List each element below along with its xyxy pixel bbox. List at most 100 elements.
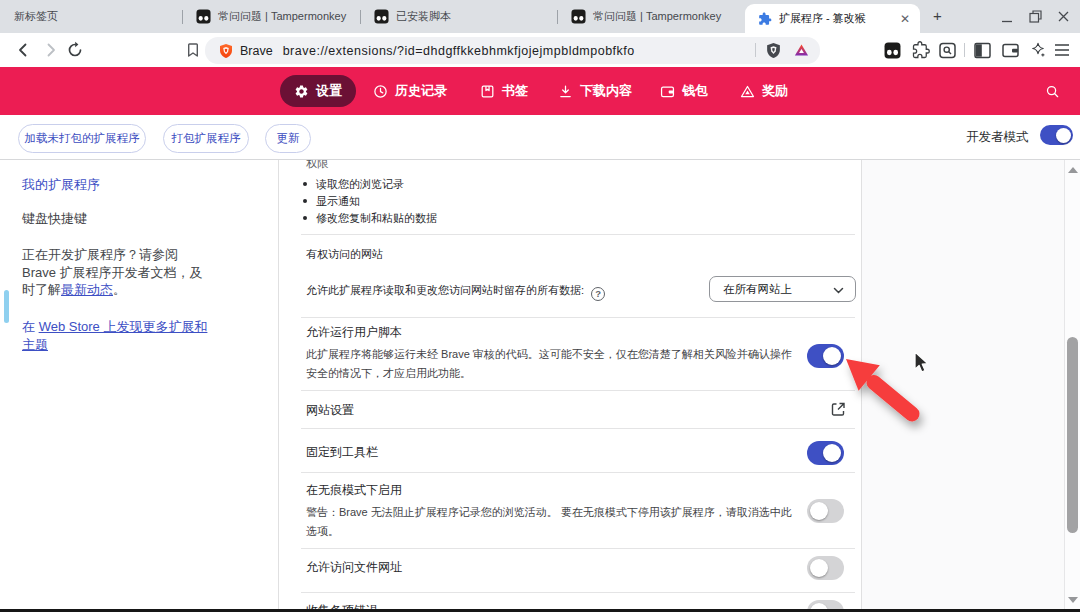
tampermonkey-icon — [374, 9, 389, 24]
scrollbar-thumb[interactable] — [1067, 337, 1078, 533]
reload-button[interactable] — [66, 41, 84, 59]
tab-title: 常问问题 | Tampermonkey — [218, 9, 346, 24]
help-icon[interactable]: ? — [591, 287, 605, 301]
browser-window: 新标签页 常问问题 | Tampermonkey 已安装脚本 常问问题 | Ta… — [0, 0, 1080, 612]
bat-rewards-icon[interactable] — [793, 42, 810, 59]
divider — [301, 390, 855, 391]
scroll-down-arrow[interactable] — [1068, 597, 1078, 603]
scroll-up-arrow[interactable] — [1068, 167, 1078, 173]
tab-installed-scripts[interactable]: 已安装脚本 — [361, 0, 538, 33]
allow-file-urls-toggle[interactable] — [807, 556, 844, 580]
mouse-cursor — [913, 351, 933, 375]
incognito-label: 在无痕模式下启用 — [306, 482, 402, 499]
permissions-title: 权限 — [306, 160, 328, 171]
nav-wallet[interactable]: 钱包 — [660, 75, 708, 107]
divider — [964, 43, 965, 57]
site-access-label: 允许此扩展程序读取和更改您访问网站时留存的所有数据:? — [306, 283, 605, 301]
divider — [301, 472, 855, 473]
site-access-select[interactable]: 在所有网站上 — [709, 276, 856, 302]
allow-user-scripts-label: 允许运行用户脚本 — [306, 324, 402, 341]
address-bar: Brave brave://extensions/?id=dhdgffkkebh… — [0, 33, 1080, 67]
download-icon — [558, 84, 573, 99]
tab-close-icon[interactable]: ✕ — [894, 12, 910, 26]
tab-title: 扩展程序 - 篡改猴 — [779, 11, 894, 26]
search-icon[interactable] — [1045, 84, 1060, 99]
annotation-arrow — [800, 330, 970, 470]
settings-nav-bar: 设置 历史记录 书签 下载内容 钱包 奖励 — [0, 67, 1080, 115]
sidebar-item-keyboard-shortcuts[interactable]: 键盘快捷键 — [22, 210, 87, 228]
forward-button[interactable] — [42, 41, 60, 59]
scrollbar[interactable] — [1064, 160, 1080, 612]
divider — [301, 234, 855, 235]
tampermonkey-icon — [196, 9, 211, 24]
divider — [301, 592, 855, 593]
window-close-button[interactable] — [1057, 10, 1070, 23]
tab-new-tab[interactable]: 新标签页 — [0, 0, 182, 33]
nav-downloads[interactable]: 下载内容 — [558, 75, 632, 107]
reader-search-icon[interactable] — [939, 42, 956, 59]
button-label: 更新 — [277, 131, 300, 146]
sidebar-item-my-extensions[interactable]: 我的扩展程序 — [22, 176, 100, 194]
rewards-triangle-icon — [740, 84, 755, 99]
pack-extension-button[interactable]: 打包扩展程序 — [163, 124, 249, 153]
tampermonkey-toolbar-icon[interactable] — [884, 42, 901, 59]
site-access-title: 有权访问的网站 — [306, 247, 383, 262]
new-tab-button[interactable]: + — [929, 8, 946, 25]
nav-label: 钱包 — [682, 82, 708, 100]
wallet-toolbar-icon[interactable] — [1002, 42, 1019, 59]
allow-user-scripts-desc: 此扩展程序将能够运行未经 Brave 审核的代码。这可能不安全，仅在您清楚了解相… — [306, 345, 796, 383]
button-label: 加载未打包的扩展程序 — [25, 131, 140, 146]
developer-mode-toggle[interactable] — [1040, 125, 1073, 145]
shields-icon[interactable] — [765, 42, 782, 59]
bookmarks-icon — [480, 84, 495, 99]
url-text: brave://extensions/?id=dhdgffkkebhmkfjoj… — [283, 44, 635, 58]
site-button-label: Brave — [240, 44, 273, 58]
nav-label: 下载内容 — [580, 82, 632, 100]
tab-strip: 新标签页 常问问题 | Tampermonkey 已安装脚本 常问问题 | Ta… — [0, 0, 1080, 33]
chevron-down-icon — [833, 285, 844, 296]
menu-hamburger-icon[interactable] — [1054, 43, 1070, 57]
incognito-toggle[interactable] — [807, 499, 844, 523]
nav-label: 奖励 — [762, 82, 788, 100]
back-button[interactable] — [14, 41, 32, 59]
select-value: 在所有网站上 — [723, 282, 792, 297]
divider — [301, 548, 855, 549]
tab-faq-1[interactable]: 常问问题 | Tampermonkey — [183, 0, 360, 33]
window-restore-button[interactable] — [1029, 10, 1042, 23]
tab-faq-2[interactable]: 常问问题 | Tampermonkey — [558, 0, 735, 33]
permission-item: 显示通知 — [316, 194, 360, 209]
nav-rewards[interactable]: 奖励 — [740, 75, 788, 107]
gear-icon — [294, 84, 309, 99]
developer-mode-label: 开发者模式 — [966, 129, 1029, 146]
bookmark-icon[interactable] — [185, 42, 201, 58]
load-unpacked-button[interactable]: 加载未打包的扩展程序 — [18, 124, 146, 153]
permission-item: 修改您复制和粘贴的数据 — [316, 211, 437, 226]
nav-history[interactable]: 历史记录 — [373, 75, 447, 107]
url-bar[interactable]: Brave brave://extensions/?id=dhdgffkkebh… — [205, 37, 820, 64]
site-settings-label: 网站设置 — [306, 402, 354, 419]
permission-item: 读取您的浏览记录 — [316, 177, 404, 192]
brave-shield-icon[interactable] — [218, 43, 234, 59]
nav-settings[interactable]: 设置 — [280, 75, 356, 107]
edge-indicator — [4, 290, 9, 323]
clock-icon — [373, 84, 388, 99]
developer-note: 正在开发扩展程序？请参阅 Brave 扩展程序开发者文档，及时了解最新动态。 — [22, 246, 212, 299]
whats-new-link[interactable]: 最新动态 — [61, 282, 113, 297]
divider — [755, 43, 756, 57]
tampermonkey-icon — [571, 9, 586, 24]
button-label: 打包扩展程序 — [172, 131, 241, 146]
tab-title: 常问问题 | Tampermonkey — [593, 9, 721, 24]
extension-puzzle-icon — [758, 12, 772, 26]
extensions-menu-icon[interactable] — [912, 41, 930, 59]
webstore-link[interactable]: 在 Web Store 上发现更多扩展和主题 — [22, 318, 212, 353]
tab-title: 已安装脚本 — [396, 9, 451, 24]
divider — [301, 428, 855, 429]
tab-extensions-active[interactable]: 扩展程序 - 篡改猴 ✕ — [745, 4, 920, 33]
allow-file-urls-label: 允许访问文件网址 — [306, 559, 402, 576]
update-button[interactable]: 更新 — [265, 124, 311, 153]
extension-details-card: 权限 读取您的浏览记录 显示通知 修改您复制和粘贴的数据 有权访问的网站 允许此… — [278, 160, 862, 612]
leo-ai-icon[interactable] — [1029, 41, 1047, 59]
nav-bookmarks[interactable]: 书签 — [480, 75, 528, 107]
sidebar-toggle-icon[interactable] — [974, 42, 991, 59]
window-minimize-button[interactable] — [1001, 15, 1013, 27]
